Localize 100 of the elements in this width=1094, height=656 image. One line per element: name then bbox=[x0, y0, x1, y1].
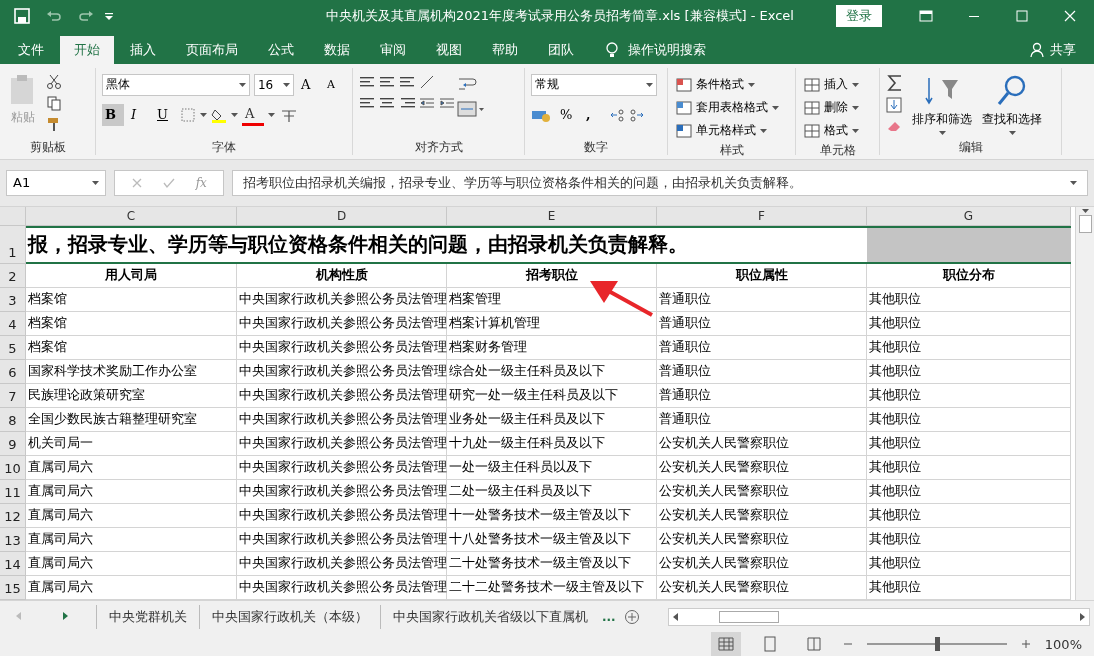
decrease-decimal-icon[interactable] bbox=[629, 106, 645, 123]
close-icon[interactable] bbox=[1062, 8, 1078, 24]
increase-decimal-icon[interactable] bbox=[609, 106, 625, 123]
caret-icon[interactable] bbox=[852, 105, 859, 110]
caret-icon[interactable] bbox=[772, 105, 779, 110]
zoom-in-icon[interactable] bbox=[1020, 639, 1031, 649]
row-header[interactable]: 6 bbox=[0, 359, 26, 384]
font-style-button[interactable]: U bbox=[154, 103, 176, 126]
redo-icon[interactable] bbox=[78, 8, 94, 24]
style-menu-button[interactable]: 单元格样式 bbox=[674, 119, 789, 142]
copy-icon[interactable] bbox=[46, 94, 62, 111]
table-style-icon[interactable] bbox=[676, 76, 692, 93]
row-header[interactable]: 5 bbox=[0, 335, 26, 360]
cells-menu-button[interactable]: 删除 bbox=[802, 96, 873, 119]
ribbon-tab[interactable]: 视图 bbox=[422, 35, 476, 64]
sheet-tab[interactable]: 中央党群机关 bbox=[96, 604, 199, 629]
share-button[interactable]: 共享 bbox=[1050, 40, 1076, 59]
row-header[interactable]: 14 bbox=[0, 551, 26, 576]
add-sheet-icon[interactable] bbox=[623, 608, 640, 625]
ribbon-tab[interactable]: 文件 bbox=[4, 35, 58, 64]
ribbon-tab[interactable]: 公式 bbox=[254, 35, 308, 64]
font-size-field[interactable]: 16 bbox=[253, 73, 294, 96]
row-header[interactable]: 11 bbox=[0, 479, 26, 504]
table-style-icon[interactable] bbox=[676, 99, 692, 116]
maximize-icon[interactable] bbox=[1014, 8, 1030, 24]
column-header[interactable]: F bbox=[657, 206, 867, 226]
ribbon-tab[interactable]: 审阅 bbox=[366, 35, 420, 64]
cells-grid-icon[interactable] bbox=[804, 99, 820, 116]
row-header[interactable]: 9 bbox=[0, 431, 26, 456]
ribbon-tab[interactable]: 页面布局 bbox=[172, 35, 252, 64]
login-button[interactable]: 登录 bbox=[836, 5, 882, 27]
row-header[interactable]: 12 bbox=[0, 503, 26, 528]
font-color-button[interactable]: A bbox=[242, 103, 264, 126]
caret-icon[interactable] bbox=[283, 82, 290, 87]
sheet-tab[interactable]: 中央国家行政机关省级以下直属机 bbox=[380, 604, 600, 629]
column-header[interactable]: D bbox=[237, 206, 447, 226]
scissors-icon[interactable] bbox=[46, 73, 62, 90]
column-header[interactable]: E bbox=[447, 206, 657, 226]
cells-menu-button[interactable]: 格式 bbox=[802, 119, 873, 142]
search-icon[interactable] bbox=[996, 73, 1028, 108]
zoom-level[interactable]: 100% bbox=[1044, 636, 1082, 652]
row-header[interactable]: 7 bbox=[0, 383, 26, 408]
scroll-thumb[interactable] bbox=[719, 610, 779, 623]
column-header[interactable]: G bbox=[867, 206, 1071, 226]
person-icon[interactable] bbox=[1030, 41, 1046, 58]
scroll-thumb[interactable] bbox=[1078, 214, 1092, 233]
style-menu-button[interactable]: 条件格式 bbox=[674, 73, 789, 96]
ribbon-tab[interactable]: 帮助 bbox=[478, 35, 532, 64]
row-header[interactable]: 13 bbox=[0, 527, 26, 552]
scroll-left-icon[interactable] bbox=[671, 611, 679, 622]
row-header[interactable]: 1 bbox=[0, 225, 26, 264]
number-format-field[interactable]: 常规 bbox=[531, 73, 657, 96]
row-header[interactable]: 15 bbox=[0, 575, 26, 600]
name-box[interactable]: A1 bbox=[6, 169, 106, 196]
scroll-right-icon[interactable] bbox=[62, 611, 70, 622]
sum-icon[interactable] bbox=[886, 73, 904, 92]
merge-cells-icon[interactable] bbox=[457, 98, 485, 119]
fill-down-icon[interactable] bbox=[886, 96, 902, 113]
check-icon[interactable] bbox=[163, 176, 176, 189]
comma-button[interactable]: , bbox=[583, 103, 605, 126]
style-menu-button[interactable]: 套用表格格式 bbox=[674, 96, 789, 119]
row-header[interactable]: 3 bbox=[0, 287, 26, 312]
tell-me-search[interactable]: 操作说明搜索 bbox=[628, 40, 706, 59]
save-icon[interactable] bbox=[14, 8, 30, 24]
cells-grid-icon[interactable] bbox=[804, 76, 820, 93]
undo-icon[interactable] bbox=[46, 8, 62, 24]
find-select-button[interactable]: 查找和选择 bbox=[980, 73, 1044, 139]
percent-button[interactable]: % bbox=[557, 103, 579, 126]
formula-field[interactable]: 招考职位由招录机关编报，招录专业、学历等与职位资格条件相关的问题，由招录机关负责解释。 bbox=[232, 169, 1088, 196]
caret-icon[interactable] bbox=[268, 112, 275, 117]
ribbon-tab[interactable]: 团队 bbox=[534, 35, 588, 64]
row-header[interactable]: 10 bbox=[0, 455, 26, 480]
cells-menu-button[interactable]: 插入 bbox=[802, 73, 873, 96]
sort-filter-button[interactable]: 排序和筛选 bbox=[910, 73, 974, 139]
caret-icon[interactable] bbox=[231, 112, 238, 117]
ribbon-display-icon[interactable] bbox=[918, 8, 934, 24]
horizontal-scrollbar[interactable] bbox=[668, 607, 1090, 626]
font-style-button[interactable]: I bbox=[128, 103, 150, 126]
caret-icon[interactable] bbox=[1070, 180, 1077, 185]
caret-icon[interactable] bbox=[238, 82, 246, 87]
caret-icon[interactable] bbox=[852, 128, 859, 133]
more-sheets-indicator[interactable]: ... bbox=[602, 609, 616, 624]
row-header[interactable]: 4 bbox=[0, 311, 26, 336]
ribbon-tab[interactable]: 插入 bbox=[116, 35, 170, 64]
row-header[interactable]: 8 bbox=[0, 407, 26, 432]
caret-icon[interactable] bbox=[852, 82, 859, 87]
caret-icon[interactable] bbox=[200, 112, 207, 117]
font-name-field[interactable]: 黑体 bbox=[102, 73, 250, 96]
lightbulb-icon[interactable] bbox=[604, 41, 620, 58]
column-header[interactable]: C bbox=[26, 206, 237, 226]
caret-icon[interactable] bbox=[938, 130, 946, 135]
row-header[interactable]: 2 bbox=[0, 263, 26, 288]
cells-grid-icon[interactable] bbox=[804, 122, 820, 139]
ribbon-tab[interactable]: 数据 bbox=[310, 35, 364, 64]
vertical-scrollbar[interactable] bbox=[1075, 206, 1094, 601]
grow-font-button[interactable]: A bbox=[298, 73, 320, 96]
normal-view-icon[interactable] bbox=[717, 636, 734, 652]
caret-icon[interactable] bbox=[1008, 130, 1016, 135]
font-style-button[interactable]: B bbox=[102, 103, 124, 126]
shrink-font-button[interactable]: A bbox=[324, 73, 346, 96]
